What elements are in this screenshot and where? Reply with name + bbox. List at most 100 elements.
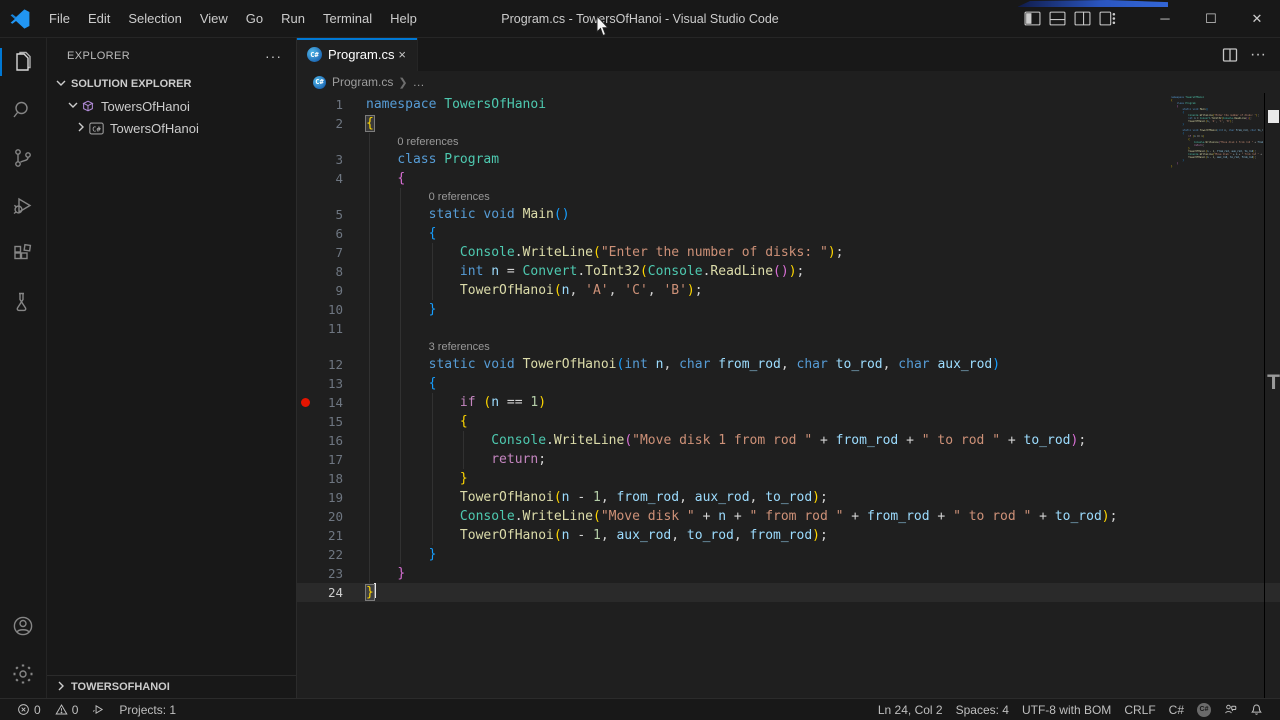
- csharp-file-icon: C#: [307, 47, 322, 62]
- indent-guide: [369, 507, 370, 526]
- code-line-14[interactable]: 14 if (n == 1): [297, 393, 1280, 412]
- line-number: 23: [314, 566, 343, 581]
- status-ln-24-col-2[interactable]: Ln 24, Col 2: [873, 703, 948, 717]
- line-number: 5: [314, 207, 343, 222]
- code-line-22[interactable]: 22 }: [297, 545, 1280, 564]
- status-crlf[interactable]: CRLF: [1119, 703, 1160, 717]
- customize-layout-icon[interactable]: [1099, 10, 1116, 27]
- code-line-15[interactable]: 15 {: [297, 412, 1280, 431]
- activity-run-debug-icon[interactable]: [0, 182, 46, 230]
- breadcrumb[interactable]: C# Program.cs ❯ …: [297, 71, 1280, 93]
- status-bar: 00 Projects: 1 Ln 24, Col 2Spaces: 4UTF-8…: [0, 698, 1280, 720]
- indent-guide: [432, 243, 433, 262]
- status-spaces-4[interactable]: Spaces: 4: [951, 703, 1014, 717]
- maximize-button[interactable]: ☐: [1188, 0, 1234, 37]
- code-line-17[interactable]: 17 return;: [297, 450, 1280, 469]
- editor-more-actions-icon[interactable]: ···: [1250, 46, 1266, 64]
- code-line-21[interactable]: 21 TowerOfHanoi(n - 1, aux_rod, to_rod, …: [297, 526, 1280, 545]
- error-icon: [17, 703, 30, 716]
- close-button[interactable]: ✕: [1234, 0, 1280, 37]
- menu-item-file[interactable]: File: [40, 7, 79, 30]
- code-line-6[interactable]: 6 {: [297, 224, 1280, 243]
- screen-artifact: [1268, 110, 1279, 123]
- activity-extensions-icon[interactable]: [0, 230, 46, 278]
- code-line-10[interactable]: 10 }: [297, 300, 1280, 319]
- code-line-3[interactable]: 3 class Program: [297, 150, 1280, 169]
- solution-icon: [81, 99, 95, 113]
- indent-guide: [400, 450, 401, 469]
- status-projects-1[interactable]: Projects: 1: [114, 703, 181, 717]
- status-run-project-icon[interactable]: [87, 703, 110, 716]
- code-line-5[interactable]: 5 static void Main(): [297, 205, 1280, 224]
- tree-item-towersofhanoi[interactable]: C#TowersOfHanoi: [47, 117, 296, 139]
- activity-testing-icon[interactable]: [0, 278, 46, 326]
- warning-icon: [55, 703, 68, 716]
- code-line-9[interactable]: 9 TowerOfHanoi(n, 'A', 'C', 'B');: [297, 281, 1280, 300]
- code-line-8[interactable]: 8 int n = Convert.ToInt32(Console.ReadLi…: [297, 262, 1280, 281]
- code-line-11[interactable]: 11: [297, 319, 1280, 338]
- activity-accounts-icon[interactable]: [0, 602, 46, 650]
- section-solution-explorer[interactable]: SOLUTION EXPLORER: [47, 73, 296, 95]
- indent-guide: [432, 412, 433, 431]
- indent-guide: [369, 526, 370, 545]
- activity-search-icon[interactable]: [0, 86, 46, 134]
- toggle-sidebar-icon[interactable]: [1024, 10, 1041, 27]
- explorer-more-actions[interactable]: ···: [259, 48, 288, 64]
- feedback-icon: [1224, 703, 1237, 716]
- minimap[interactable]: namespace TowersOfHanoi{ class Program {…: [1171, 96, 1263, 206]
- status-0[interactable]: 0: [12, 703, 46, 717]
- breadcrumb-symbol[interactable]: …: [413, 75, 425, 89]
- line-number: 18: [314, 471, 343, 486]
- code-line-19[interactable]: 19 TowerOfHanoi(n - 1, from_rod, aux_rod…: [297, 488, 1280, 507]
- activity-source-control-icon[interactable]: [0, 134, 46, 182]
- code-line-24[interactable]: 24}: [297, 583, 1280, 602]
- status-0[interactable]: 0: [50, 703, 84, 717]
- code-line-13[interactable]: 13 {: [297, 374, 1280, 393]
- menu-item-edit[interactable]: Edit: [79, 7, 119, 30]
- menu-item-run[interactable]: Run: [272, 7, 314, 30]
- tab-program-cs[interactable]: C# Program.cs ×: [297, 38, 418, 71]
- indent-guide: [369, 300, 370, 319]
- toggle-secondary-sidebar-icon[interactable]: [1074, 10, 1091, 27]
- line-number: 16: [314, 433, 343, 448]
- menu-item-go[interactable]: Go: [237, 7, 272, 30]
- indent-guide: [369, 431, 370, 450]
- code-editor[interactable]: 1namespace TowersOfHanoi2{0 references3 …: [297, 93, 1280, 698]
- breakpoint-icon[interactable]: [301, 398, 310, 407]
- toggle-panel-icon[interactable]: [1049, 10, 1066, 27]
- code-line-1[interactable]: 1namespace TowersOfHanoi: [297, 95, 1280, 114]
- line-number: 8: [314, 264, 343, 279]
- status-feedback-icon[interactable]: [1219, 703, 1242, 716]
- status-bell-icon[interactable]: [1245, 703, 1268, 716]
- code-line-4[interactable]: 4 {: [297, 169, 1280, 188]
- status-c[interactable]: C#: [1192, 703, 1216, 717]
- code-line-7[interactable]: 7 Console.WriteLine("Enter the number of…: [297, 243, 1280, 262]
- indent-guide: [463, 431, 464, 450]
- code-line-20[interactable]: 20 Console.WriteLine("Move disk " + n + …: [297, 507, 1280, 526]
- breakpoint-margin[interactable]: [297, 398, 314, 407]
- codelens[interactable]: 0 references: [297, 133, 1280, 150]
- breadcrumb-file[interactable]: Program.cs: [332, 75, 393, 89]
- activity-bar: [0, 38, 47, 698]
- menu-item-selection[interactable]: Selection: [119, 7, 190, 30]
- menu-item-terminal[interactable]: Terminal: [314, 7, 381, 30]
- split-editor-icon[interactable]: [1222, 47, 1238, 63]
- section-towersofhanoi-folder[interactable]: TOWERSOFHANOI: [47, 676, 296, 698]
- activity-explorer-icon[interactable]: [0, 38, 46, 86]
- menu-item-view[interactable]: View: [191, 7, 237, 30]
- code-line-18[interactable]: 18 }: [297, 469, 1280, 488]
- indent-guide: [400, 262, 401, 281]
- tab-close-icon[interactable]: ×: [395, 46, 409, 63]
- status-c[interactable]: C#: [1164, 703, 1189, 717]
- code-line-23[interactable]: 23 }: [297, 564, 1280, 583]
- menu-item-help[interactable]: Help: [381, 7, 426, 30]
- code-line-12[interactable]: 12 static void TowerOfHanoi(int n, char …: [297, 355, 1280, 374]
- tree-item-towersofhanoi[interactable]: TowersOfHanoi: [47, 95, 296, 117]
- activity-settings-gear-icon[interactable]: [0, 650, 46, 698]
- codelens[interactable]: 3 references: [297, 338, 1280, 355]
- status-utf-8-with-bom[interactable]: UTF-8 with BOM: [1017, 703, 1116, 717]
- code-line-2[interactable]: 2{: [297, 114, 1280, 133]
- codelens[interactable]: 0 references: [297, 188, 1280, 205]
- csharp-file-icon: C#: [313, 76, 326, 89]
- code-line-16[interactable]: 16 Console.WriteLine("Move disk 1 from r…: [297, 431, 1280, 450]
